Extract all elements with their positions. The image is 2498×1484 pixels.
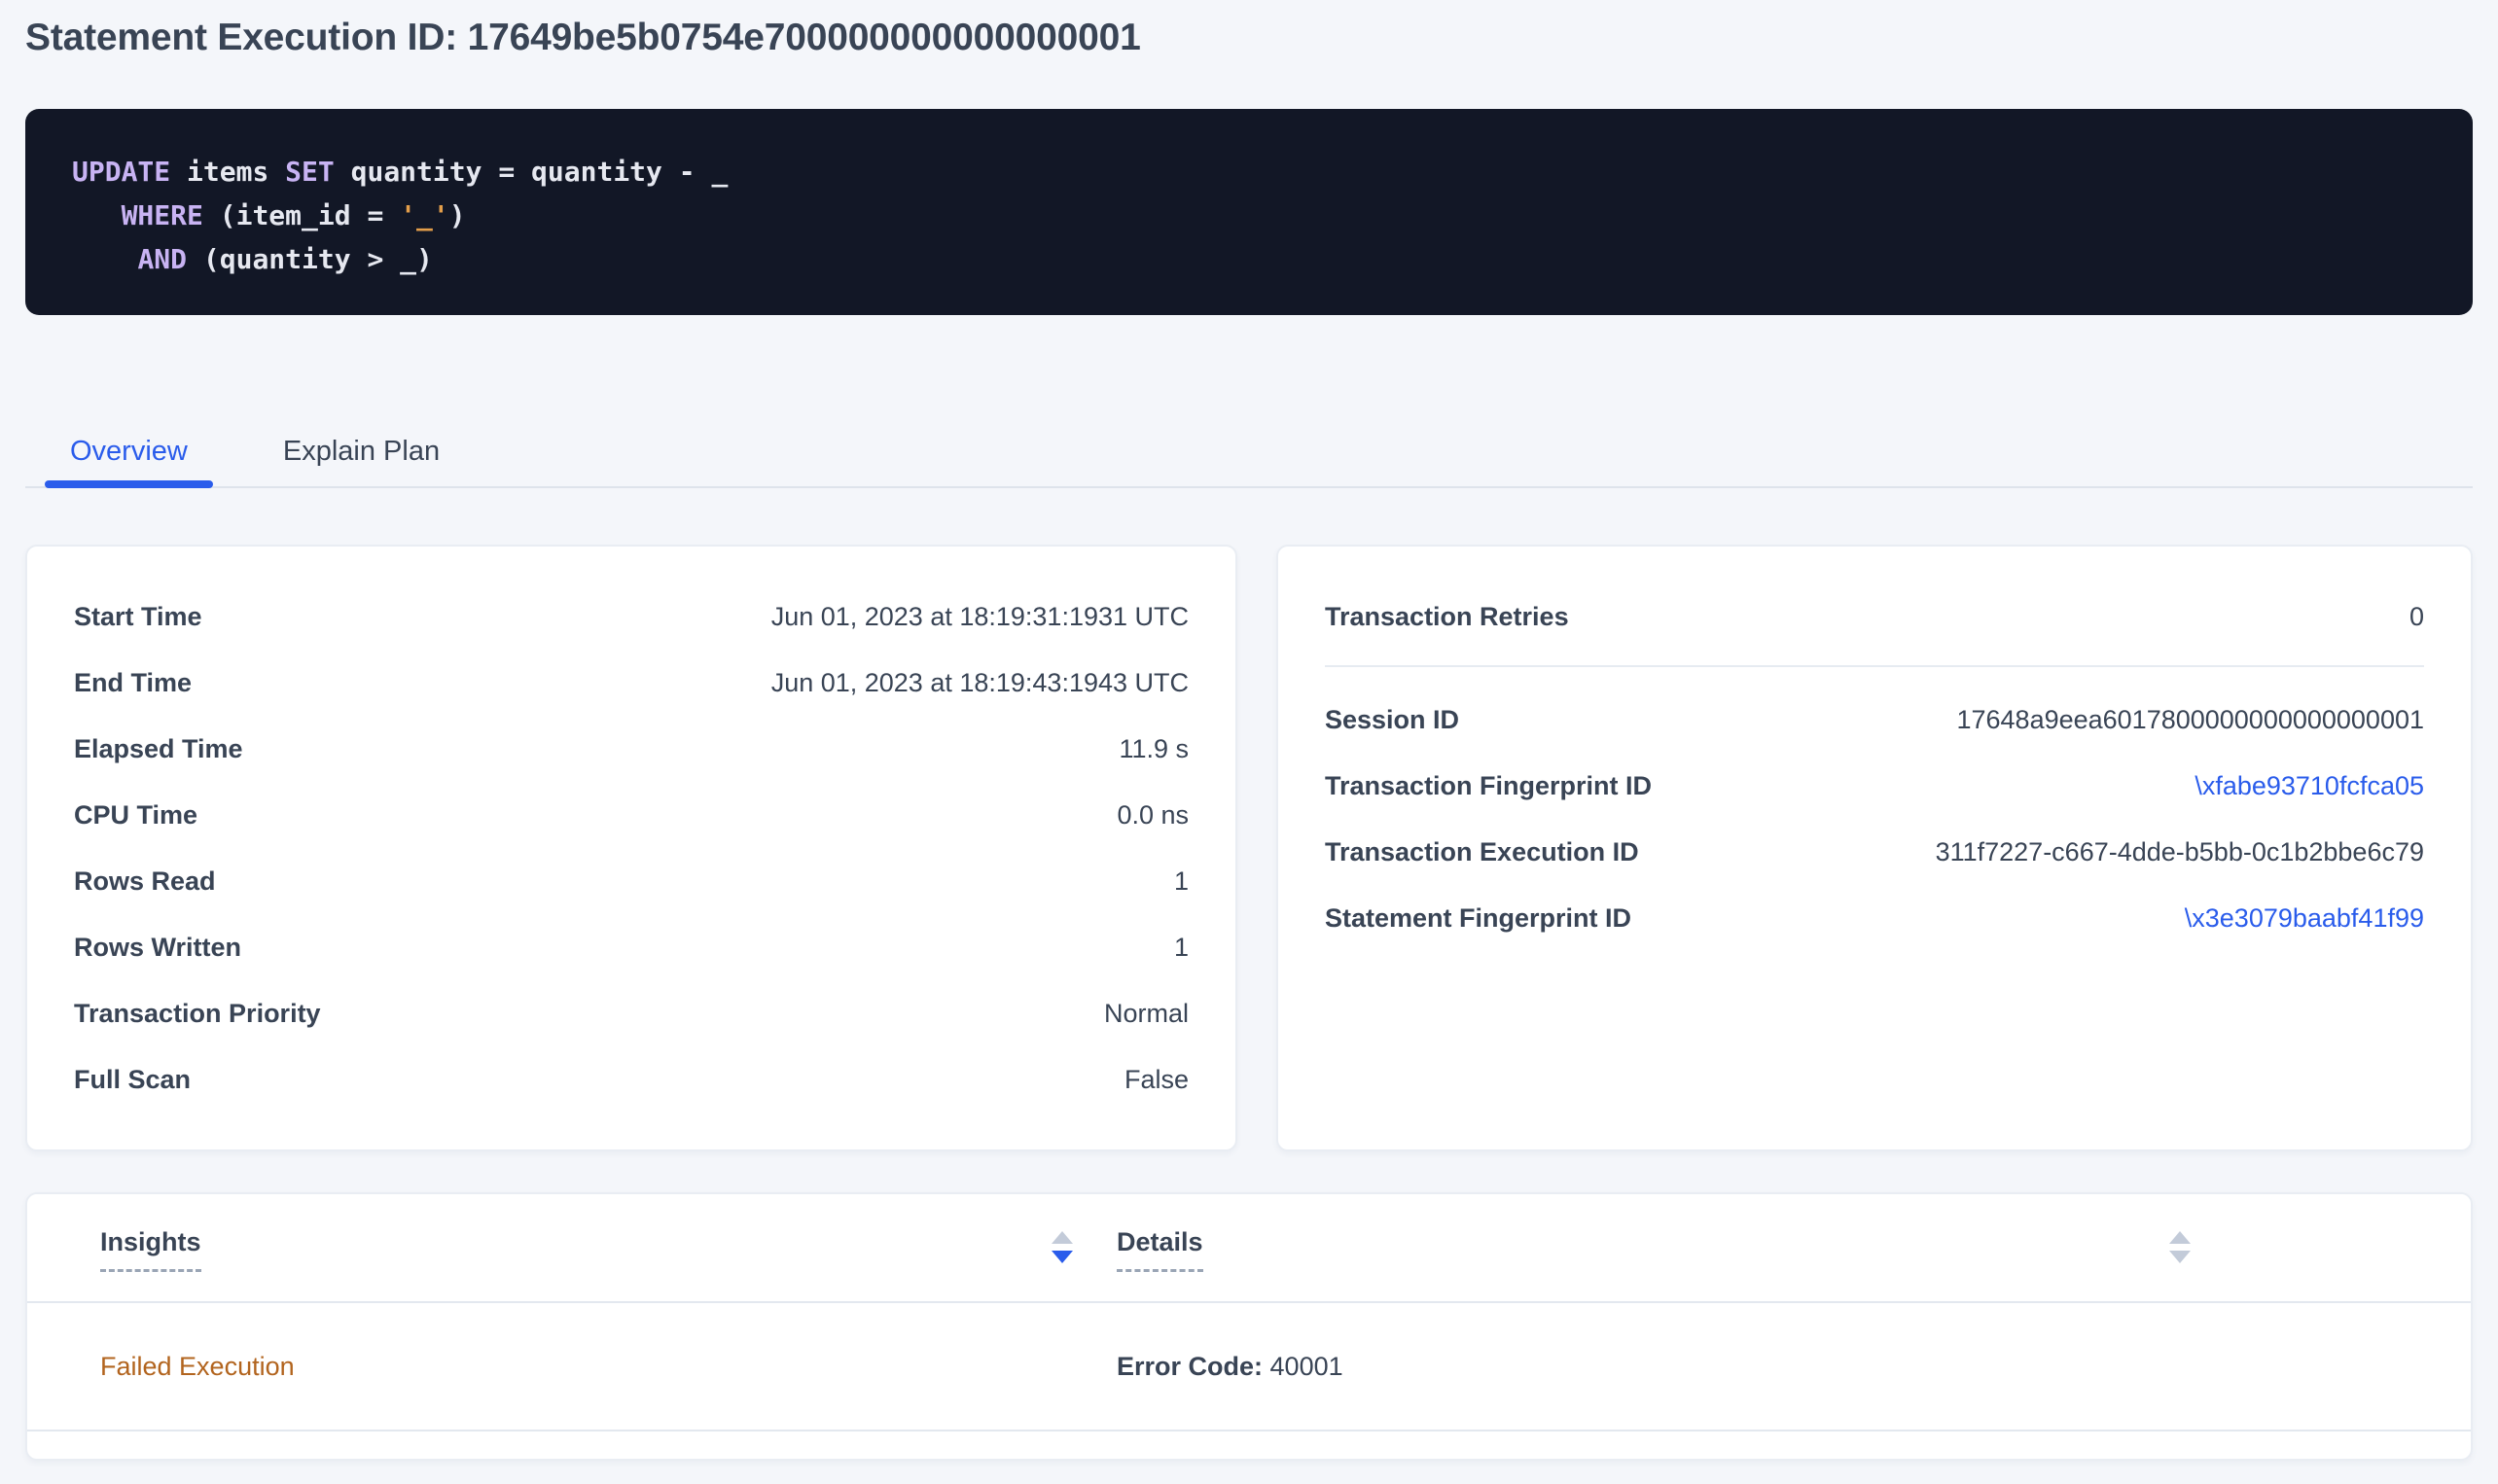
- fingerprint-link[interactable]: \x3e3079baabf41f99: [2185, 903, 2424, 934]
- sort-up-caret-icon: [1052, 1231, 1073, 1244]
- summary-label: Rows Written: [74, 933, 241, 963]
- card-divider: [1325, 665, 2424, 667]
- summary-value: False: [1124, 1065, 1189, 1095]
- summary-label: End Time: [74, 668, 192, 698]
- sort-down-caret-icon: [1052, 1251, 1073, 1263]
- tab-overview-label: Overview: [70, 436, 188, 468]
- transaction-summary-card: Transaction Retries 0 Session ID 17648a9e…: [1276, 545, 2473, 1151]
- summary-value: Jun 01, 2023 at 18:19:31:1931 UTC: [771, 602, 1189, 632]
- summary-row: Statement Fingerprint ID \x3e3079baabf41f…: [1325, 885, 2424, 951]
- summary-value: Normal: [1104, 999, 1189, 1029]
- sql-text: [72, 243, 137, 275]
- insights-table-card: Insights Details Failed Execution: [25, 1192, 2473, 1461]
- sort-carets-icon[interactable]: [1052, 1231, 1073, 1263]
- summary-label: Session ID: [1325, 705, 1459, 735]
- sql-text: quantity = quantity - _: [335, 156, 729, 188]
- sql-text: ): [449, 199, 466, 231]
- insight-badge: Failed Execution: [100, 1352, 295, 1381]
- sql-line: WHERE (item_id = '_'): [72, 194, 2426, 237]
- summary-label: Statement Fingerprint ID: [1325, 903, 1631, 934]
- sort-carets-icon[interactable]: [2169, 1231, 2191, 1263]
- summary-value: 311f7227-c667-4dde-b5bb-0c1b2bbe6c79: [1936, 837, 2424, 867]
- summary-row: CPU Time 0.0 ns: [74, 782, 1189, 848]
- detail-cell: Error Code: 40001: [1117, 1352, 1343, 1382]
- tab-explain-plan[interactable]: Explain Plan: [258, 416, 465, 486]
- insight-table-row: Failed Execution Error Code: 40001: [27, 1303, 2471, 1431]
- tab-explain-plan-label: Explain Plan: [283, 436, 440, 468]
- summary-value: 0.0 ns: [1117, 800, 1189, 830]
- detail-value: 40001: [1263, 1352, 1343, 1381]
- summary-row: Full Scan False: [74, 1046, 1189, 1113]
- sql-text: items: [170, 156, 285, 188]
- detail-label: Error Code:: [1117, 1352, 1263, 1381]
- summary-value: 1: [1174, 933, 1189, 963]
- summary-label: Transaction Retries: [1325, 602, 1569, 632]
- summary-label: Transaction Fingerprint ID: [1325, 771, 1652, 801]
- summary-value: 11.9 s: [1119, 734, 1189, 764]
- sort-down-caret-icon: [2169, 1251, 2191, 1263]
- tab-bar: Overview Explain Plan: [25, 416, 2473, 488]
- summary-row: Transaction Execution ID 311f7227-c667-4d…: [1325, 819, 2424, 885]
- column-header-details[interactable]: Details: [1117, 1227, 2191, 1301]
- summary-label: Full Scan: [74, 1065, 191, 1095]
- insights-table-header: Insights Details: [27, 1194, 2471, 1303]
- insight-cell: Failed Execution: [100, 1352, 1117, 1382]
- summary-label: Transaction Priority: [74, 999, 321, 1029]
- sql-keyword: AND: [137, 243, 187, 275]
- sql-text: (item_id =: [203, 199, 400, 231]
- summary-row: Elapsed Time 11.9 s: [74, 716, 1189, 782]
- summary-value: 17648a9eea6017800000000000000001: [1956, 705, 2424, 735]
- sql-statement: UPDATE items SET quantity = quantity - _…: [25, 109, 2473, 315]
- summary-row: Rows Read 1: [74, 848, 1189, 914]
- summary-row: Transaction Retries 0: [1325, 583, 2424, 650]
- page-title: Statement Execution ID: 17649be5b0754e70…: [25, 0, 2473, 60]
- transaction-summary-rows: Session ID 17648a9eea60178000000000000000…: [1325, 687, 2424, 951]
- sql-string-literal: '_': [400, 199, 449, 231]
- sql-text: [72, 199, 122, 231]
- summary-row: Transaction Priority Normal: [74, 980, 1189, 1046]
- summary-label: Rows Read: [74, 866, 216, 897]
- summary-cards: Start Time Jun 01, 2023 at 18:19:31:1931 …: [25, 545, 2473, 1151]
- summary-row: Session ID 17648a9eea60178000000000000000…: [1325, 687, 2424, 753]
- sort-up-caret-icon: [2169, 1231, 2191, 1244]
- summary-row: Start Time Jun 01, 2023 at 18:19:31:1931 …: [74, 583, 1189, 650]
- column-header-insights[interactable]: Insights: [100, 1227, 1073, 1301]
- summary-label: CPU Time: [74, 800, 197, 830]
- summary-label: Transaction Execution ID: [1325, 837, 1639, 867]
- summary-label: Elapsed Time: [74, 734, 243, 764]
- execution-summary-card: Start Time Jun 01, 2023 at 18:19:31:1931 …: [25, 545, 1237, 1151]
- summary-label: Start Time: [74, 602, 202, 632]
- summary-row: Rows Written 1: [74, 914, 1189, 980]
- tab-overview[interactable]: Overview: [45, 416, 213, 486]
- sql-keyword: WHERE: [122, 199, 203, 231]
- sql-text: (quantity > _): [187, 243, 433, 275]
- sql-keyword: SET: [285, 156, 335, 188]
- sql-keyword: UPDATE: [72, 156, 170, 188]
- sql-line: AND (quantity > _): [72, 237, 2426, 281]
- summary-value: 0: [2409, 602, 2424, 632]
- summary-value: Jun 01, 2023 at 18:19:43:1943 UTC: [771, 668, 1189, 698]
- execution-summary-rows: Start Time Jun 01, 2023 at 18:19:31:1931 …: [74, 583, 1189, 1113]
- fingerprint-link[interactable]: \xfabe93710fcfca05: [2195, 771, 2424, 801]
- column-header-details-label: Details: [1117, 1227, 1203, 1272]
- statement-execution-details-page: Statement Execution ID: 17649be5b0754e70…: [0, 0, 2498, 1484]
- summary-row: End Time Jun 01, 2023 at 18:19:43:1943 UT…: [74, 650, 1189, 716]
- summary-value: 1: [1174, 866, 1189, 897]
- summary-row: Transaction Fingerprint ID \xfabe93710fcf…: [1325, 753, 2424, 819]
- column-header-insights-label: Insights: [100, 1227, 201, 1272]
- sql-line: UPDATE items SET quantity = quantity - _: [72, 150, 2426, 194]
